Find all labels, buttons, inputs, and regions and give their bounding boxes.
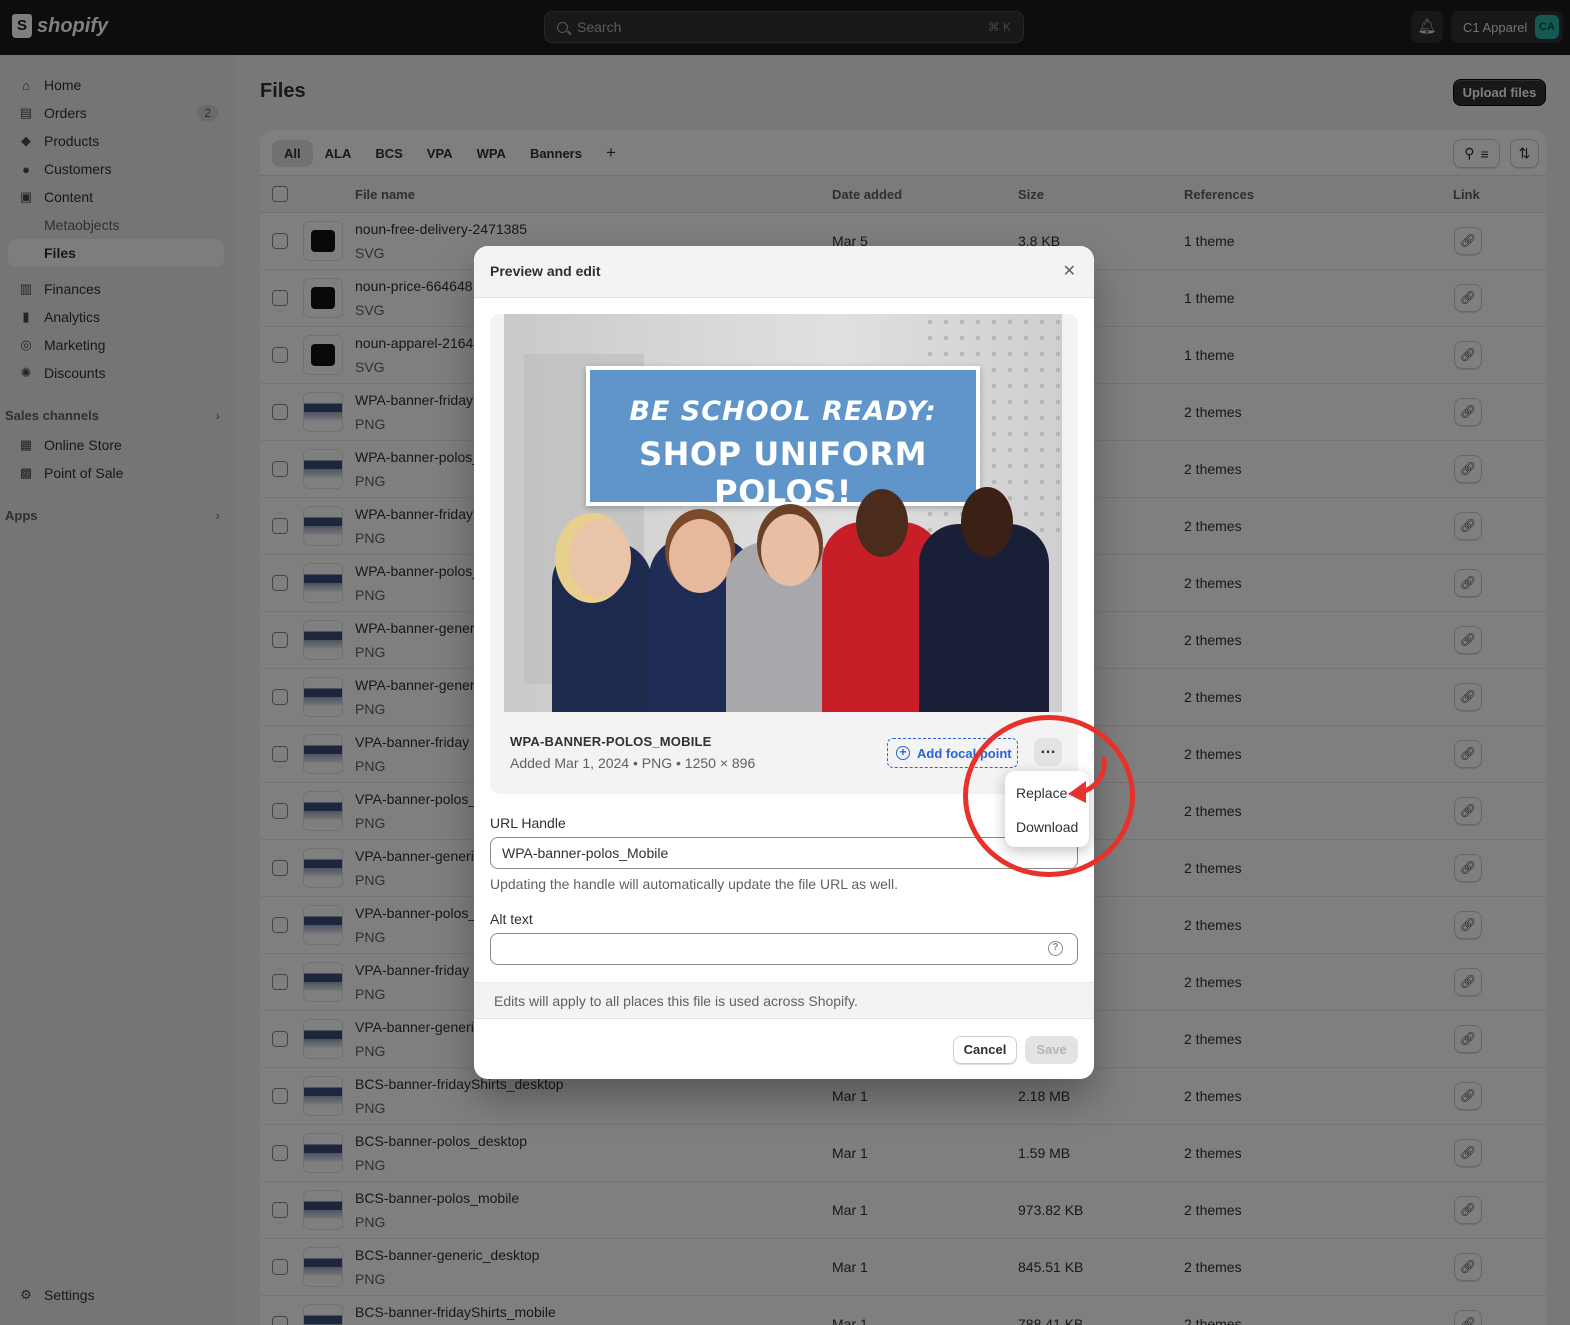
plus-circle-icon: + [896,746,910,760]
modal-footer: Cancel Save [474,1018,1094,1079]
url-handle-label: URL Handle [490,815,566,831]
alt-text-input[interactable]: ? [490,933,1078,965]
student-head [856,489,908,557]
banner-preview-image: BE SCHOOL READY: SHOP UNIFORM POLOS! [504,314,1062,712]
annotation-arrow-icon [1068,756,1107,803]
student-head [961,487,1013,557]
banner-sign: BE SCHOOL READY: SHOP UNIFORM POLOS! [586,366,980,511]
save-button[interactable]: Save [1025,1036,1078,1064]
modal-header: Preview and edit ✕ [474,246,1094,298]
file-meta: Added Mar 1, 2024 • PNG • 1250 × 896 [510,755,756,771]
url-handle-help: Updating the handle will automatically u… [490,876,899,892]
banner-line-1: BE SCHOOL READY: [629,396,937,427]
modal-title: Preview and edit [490,263,601,279]
preview-edit-modal: Preview and edit ✕ BE SCHOOL READY: SHOP… [474,246,1094,1079]
edit-scope-notice: Edits will apply to all places this file… [474,982,1094,1018]
file-title: WPA-BANNER-POLOS_MOBILE [510,734,712,749]
student-head [669,519,731,593]
student-head [761,514,819,586]
alt-text-label: Alt text [490,911,533,927]
preview-panel: BE SCHOOL READY: SHOP UNIFORM POLOS! WPA… [490,314,1078,794]
cancel-button[interactable]: Cancel [953,1036,1017,1064]
close-icon[interactable]: ✕ [1063,261,1076,281]
student-head [569,519,631,597]
question-circle-icon[interactable]: ? [1048,941,1063,956]
banner-line-2: SHOP UNIFORM POLOS! [639,435,927,511]
